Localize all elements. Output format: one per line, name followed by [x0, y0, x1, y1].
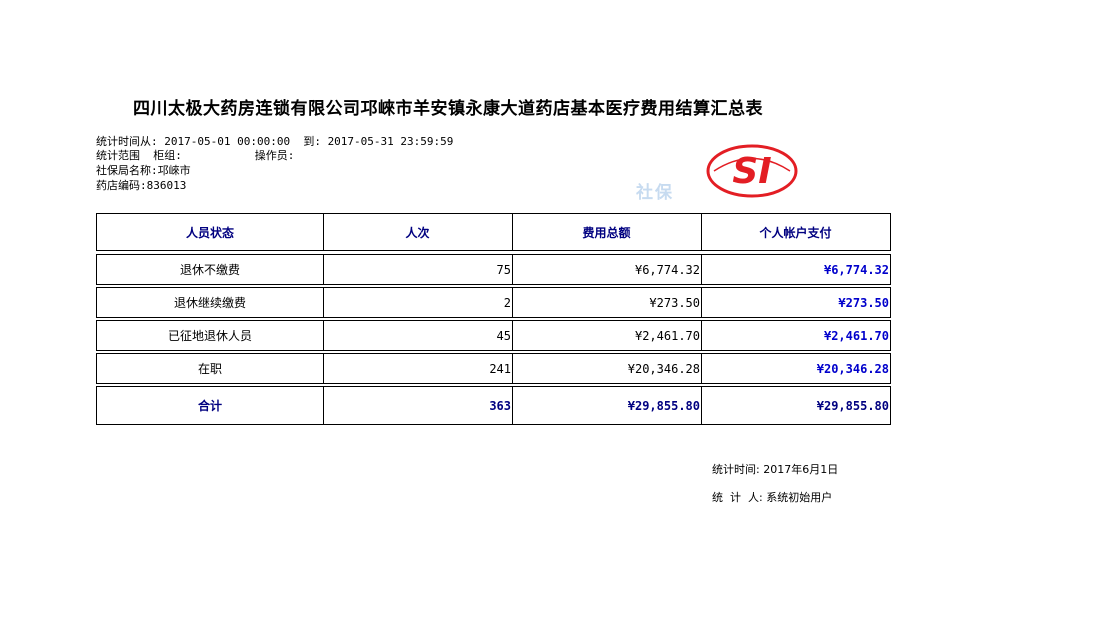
- row-count: 75: [324, 255, 513, 284]
- store-code-line: 药店编码:836013: [96, 179, 187, 192]
- table-row: 退休不缴费 75 ¥6,774.32 ¥6,774.32: [96, 254, 891, 285]
- total-count: 363: [324, 387, 513, 424]
- si-logo: SI: [706, 144, 798, 198]
- row-personal: ¥273.50: [838, 295, 889, 310]
- header-status: 人员状态: [97, 214, 324, 250]
- header-count: 人次: [324, 214, 513, 250]
- table-row: 退休继续缴费 2 ¥273.50 ¥273.50: [96, 287, 891, 318]
- row-personal: ¥6,774.32: [823, 262, 889, 277]
- period-line: 统计时间从: 2017-05-01 00:00:00 到: 2017-05-31…: [96, 135, 454, 148]
- si-logo-text: SI: [732, 151, 771, 192]
- header-personal: 个人帐户支付: [759, 225, 832, 240]
- row-count: 241: [324, 354, 513, 383]
- report-title: 四川太极大药房连锁有限公司邛崍市羊安镇永康大道药店基本医疗费用结算汇总表: [133, 99, 763, 119]
- row-count: 2: [324, 288, 513, 317]
- row-total: ¥20,346.28: [513, 354, 702, 383]
- row-personal: ¥2,461.70: [823, 328, 889, 343]
- row-status: 已征地退休人员: [97, 321, 324, 350]
- row-status: 在职: [97, 354, 324, 383]
- scope-line: 统计范围 柜组: 操作员:: [96, 149, 295, 162]
- row-total: ¥273.50: [513, 288, 702, 317]
- total-personal: ¥29,855.80: [816, 398, 889, 413]
- social-security-watermark: 社保: [636, 183, 674, 203]
- row-status: 退休不缴费: [97, 255, 324, 284]
- table-header-row: 人员状态 人次 费用总额 个人帐户支付: [96, 213, 891, 251]
- table-total-row: 合计 363 ¥29,855.80 ¥29,855.80: [96, 386, 891, 425]
- row-status: 退休继续缴费: [97, 288, 324, 317]
- stat-person: 统 计 人: 系统初始用户: [712, 491, 833, 504]
- row-total: ¥6,774.32: [513, 255, 702, 284]
- table-row: 在职 241 ¥20,346.28 ¥20,346.28: [96, 353, 891, 384]
- bureau-line: 社保局名称:邛崍市: [96, 164, 191, 177]
- table-row: 已征地退休人员 45 ¥2,461.70 ¥2,461.70: [96, 320, 891, 351]
- total-total: ¥29,855.80: [513, 387, 702, 424]
- row-total: ¥2,461.70: [513, 321, 702, 350]
- stat-time: 统计时间: 2017年6月1日: [712, 463, 839, 476]
- row-count: 45: [324, 321, 513, 350]
- row-personal: ¥20,346.28: [816, 361, 889, 376]
- total-label: 合计: [97, 387, 324, 424]
- header-total: 费用总额: [513, 214, 702, 250]
